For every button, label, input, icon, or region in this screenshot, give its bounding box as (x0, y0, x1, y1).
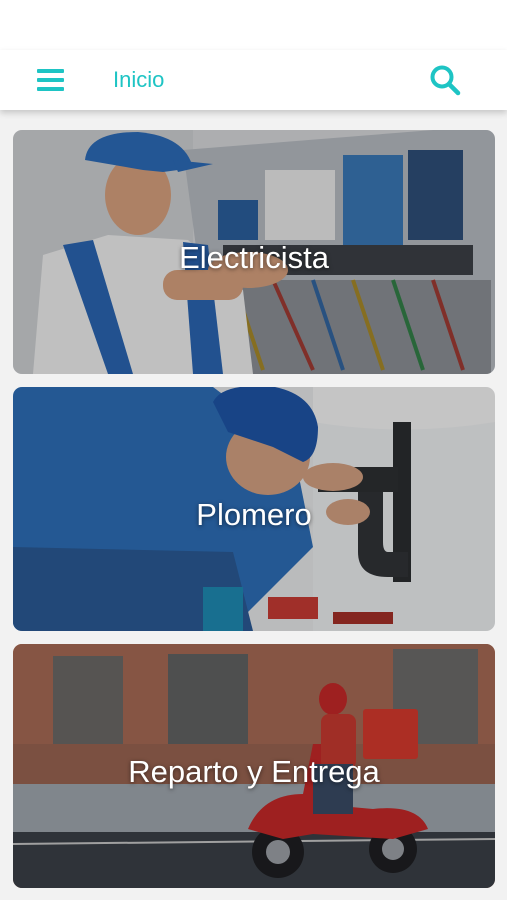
page-title: Inicio (113, 67, 165, 92)
category-card-plomero[interactable]: Plomero (13, 387, 495, 631)
category-label: Electricista (179, 240, 329, 275)
category-card-reparto-y-entrega[interactable]: Reparto y Entrega (13, 644, 495, 888)
search-icon (430, 65, 461, 96)
category-list: Electricista Plomero Reparto y Entrega (0, 110, 507, 900)
status-bar-area (0, 0, 507, 50)
search-button[interactable] (428, 63, 462, 97)
category-card-electricista[interactable]: Electricista (13, 130, 495, 374)
hamburger-menu-icon (37, 69, 64, 91)
menu-button[interactable] (37, 67, 65, 93)
category-label: Plomero (196, 497, 312, 532)
app-bar: Inicio (0, 50, 507, 110)
category-label: Reparto y Entrega (128, 754, 380, 789)
